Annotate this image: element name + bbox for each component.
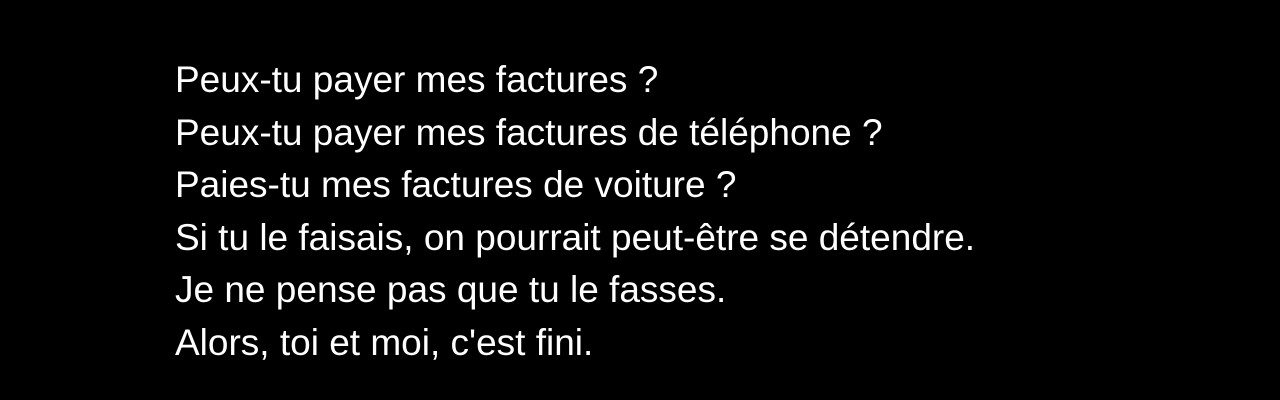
subtitle-frame: Peux-tu payer mes factures ? Peux-tu pay… — [0, 0, 1280, 400]
lyrics-line-4: Si tu le faisais, on pourrait peut-être … — [175, 216, 976, 258]
lyrics-line-1: Peux-tu payer mes factures ? — [175, 59, 659, 100]
lyrics-line-5: Je ne pense pas que tu le fasses. — [175, 269, 727, 310]
lyrics-line-2: Peux-tu payer mes factures de téléphone … — [175, 111, 883, 153]
lyrics-line-6: Alors, toi et moi, c'est fini. — [175, 321, 594, 363]
lyrics-block: Peux-tu payer mes factures ? Peux-tu pay… — [175, 54, 975, 369]
lyrics-line-3: Paies-tu mes factures de voiture ? — [175, 164, 737, 205]
